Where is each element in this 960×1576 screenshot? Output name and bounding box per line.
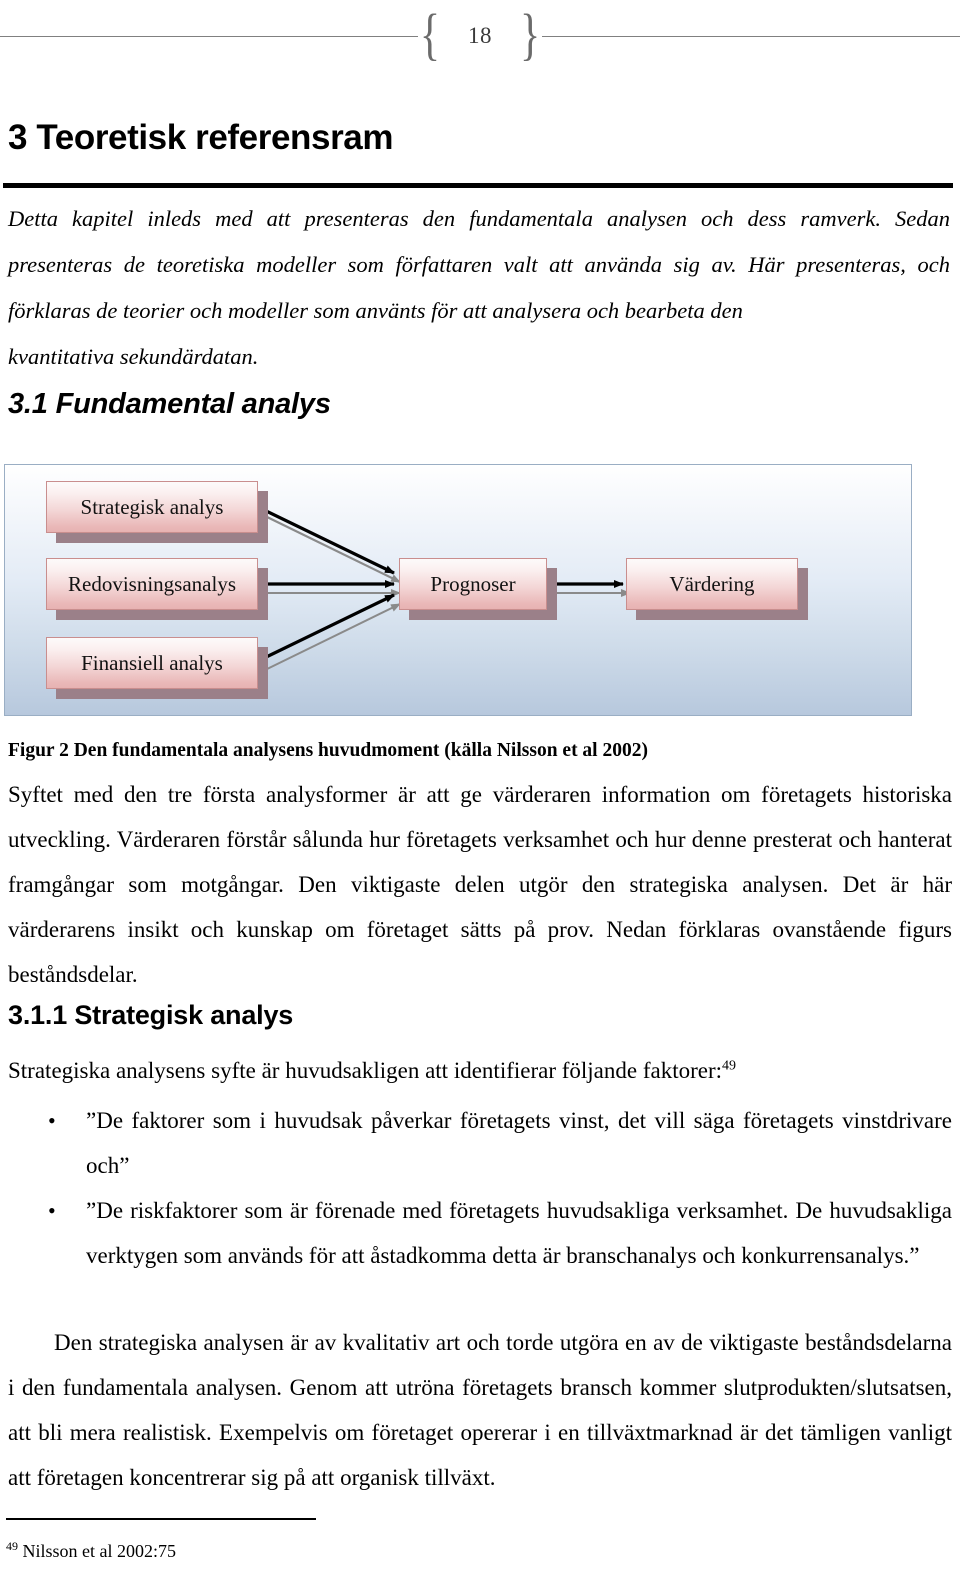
- brace-right-icon: }: [520, 4, 541, 68]
- node-finansiell-analys: Finansiell analys: [46, 637, 258, 689]
- node-prognoser: Prognoser: [399, 558, 547, 610]
- node-label-redovisningsanalys: Redovisningsanalys: [68, 571, 236, 596]
- body-paragraph-1-text: Syftet med den tre första analysformer ä…: [8, 782, 952, 987]
- page-header: { 18 }: [0, 8, 960, 64]
- document-page: { 18 } 3 Teoretisk referensram Detta kap…: [0, 0, 960, 1576]
- section-heading: 3.1 Fundamental analys: [8, 388, 331, 420]
- node-strategisk-analys: Strategisk analys: [46, 481, 258, 533]
- page-number: 18: [468, 23, 492, 48]
- node-label-vardering: Värdering: [669, 571, 755, 596]
- footnote-text: Nilsson et al 2002:75: [18, 1541, 177, 1561]
- figure-diagram: Strategisk analys Redovisningsanalys Fin…: [4, 464, 912, 716]
- bullet-list: ”De faktorer som i huvudsak påverkar för…: [8, 1098, 952, 1278]
- footnote: 49 Nilsson et al 2002:75: [6, 1538, 176, 1564]
- intro-text: Detta kapitel inleds med att presenteras…: [8, 206, 950, 323]
- figure-caption: Figur 2 Den fundamentala analysens huvud…: [8, 740, 648, 761]
- body-paragraph-2-text: Strategiska analysens syfte är huvudsakl…: [8, 1058, 723, 1083]
- intro-paragraph: Detta kapitel inleds med att presenteras…: [8, 196, 950, 380]
- footnote-separator: [6, 1518, 316, 1520]
- brace-left-icon: {: [419, 4, 440, 68]
- chapter-heading-rule: [3, 183, 953, 188]
- body-paragraph-1: Syftet med den tre första analysformer ä…: [8, 772, 952, 997]
- footnote-number: 49: [6, 1539, 18, 1553]
- footnote-marker-inline[interactable]: 49: [722, 1058, 736, 1073]
- node-label-finansiell-analys: Finansiell analys: [81, 650, 223, 675]
- list-item: ”De faktorer som i huvudsak påverkar för…: [8, 1098, 952, 1188]
- node-redovisningsanalys: Redovisningsanalys: [46, 558, 258, 610]
- header-rule-left: [0, 35, 418, 37]
- chapter-heading: 3 Teoretisk referensram: [8, 118, 394, 157]
- body-paragraph-3: Den strategiska analysen är av kvalitati…: [8, 1320, 952, 1500]
- body-paragraph-2: Strategiska analysens syfte är huvudsakl…: [8, 1048, 952, 1093]
- node-label-prognoser: Prognoser: [430, 571, 516, 596]
- body-paragraph-2-line: Strategiska analysens syfte är huvudsakl…: [8, 1048, 952, 1093]
- header-rule-right: [542, 35, 960, 37]
- subsection-heading: 3.1.1 Strategisk analys: [8, 1000, 294, 1030]
- list-item: ”De riskfaktorer som är förenade med för…: [8, 1188, 952, 1278]
- node-vardering: Värdering: [626, 558, 798, 610]
- node-label-strategisk-analys: Strategisk analys: [80, 494, 224, 519]
- body-paragraph-3-text: Den strategiska analysen är av kvalitati…: [8, 1330, 952, 1490]
- intro-text-last-line: kvantitativa sekundärdatan.: [8, 344, 259, 369]
